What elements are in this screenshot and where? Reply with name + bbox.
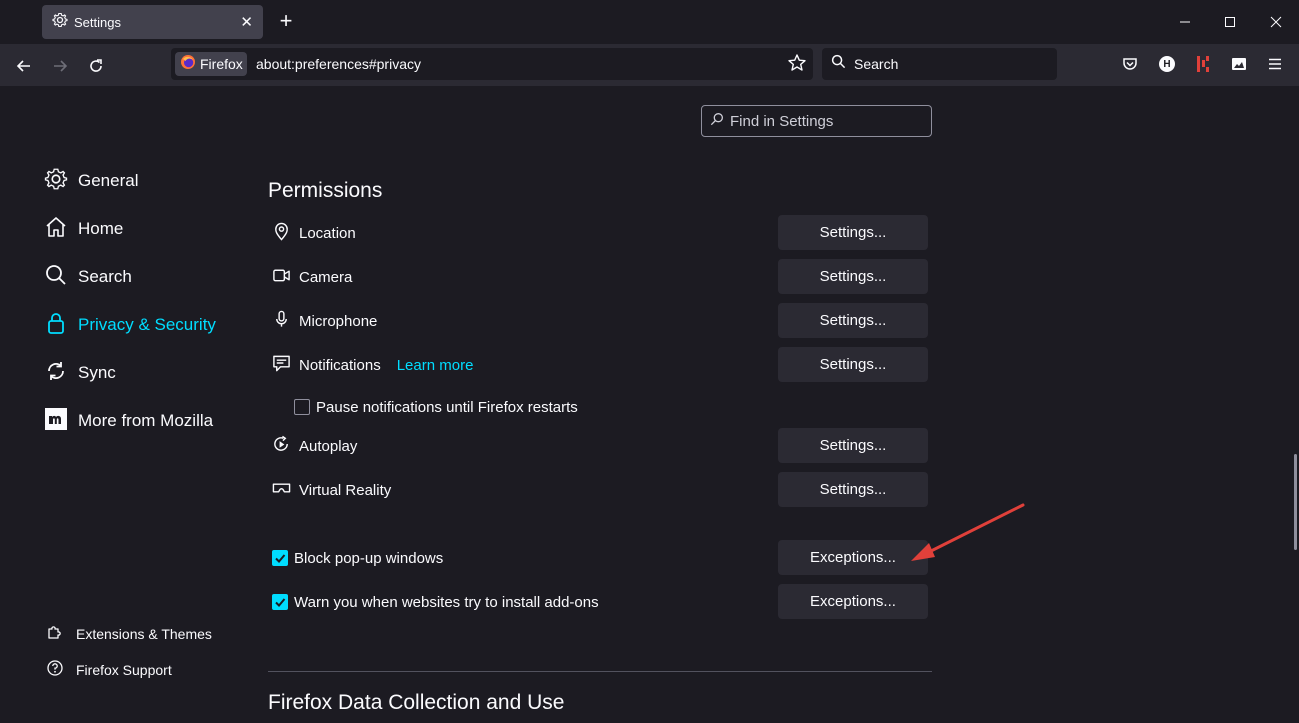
block-popups-checkbox[interactable]: Block pop-up windows bbox=[272, 548, 443, 568]
home-icon bbox=[44, 215, 68, 244]
permission-label: Camera bbox=[299, 268, 353, 286]
camera-icon bbox=[272, 265, 291, 290]
checkbox-label: Warn you when websites try to install ad… bbox=[294, 593, 599, 611]
checkbox-checked-icon[interactable] bbox=[272, 594, 288, 610]
permission-location: Location bbox=[272, 222, 356, 244]
notifications-icon bbox=[272, 353, 291, 378]
category-label: Sync bbox=[78, 363, 116, 382]
reload-icon[interactable] bbox=[82, 52, 110, 80]
category-search[interactable]: Search bbox=[44, 263, 132, 291]
extensions-themes-link[interactable]: Extensions & Themes bbox=[46, 624, 212, 644]
permission-camera: Camera bbox=[272, 266, 352, 288]
search-icon bbox=[831, 54, 846, 74]
gear-icon bbox=[44, 167, 68, 196]
category-privacy-security[interactable]: Privacy & Security bbox=[44, 311, 216, 339]
permission-label: Autoplay bbox=[299, 437, 358, 455]
tab-title: Settings bbox=[74, 14, 121, 30]
firefox-logo-icon bbox=[180, 54, 196, 75]
settings-page: Find in Settings General Home Search Pri… bbox=[0, 86, 1299, 723]
search-icon bbox=[44, 263, 68, 292]
firefox-support-link[interactable]: Firefox Support bbox=[46, 659, 172, 682]
tab-settings[interactable]: Settings ✕ bbox=[42, 5, 263, 39]
permission-microphone: Microphone bbox=[272, 310, 377, 332]
permission-label: Notifications bbox=[299, 356, 381, 374]
microphone-icon bbox=[272, 309, 291, 334]
footer-link-label: Firefox Support bbox=[76, 662, 172, 678]
section-divider bbox=[268, 671, 932, 672]
permissions-heading: Permissions bbox=[268, 179, 383, 202]
permission-label: Location bbox=[299, 224, 356, 242]
url-text[interactable]: about:preferences#privacy bbox=[256, 56, 421, 72]
help-icon bbox=[46, 659, 64, 682]
sync-icon bbox=[44, 359, 68, 388]
addons-exceptions-button[interactable]: Exceptions... bbox=[778, 584, 928, 619]
extension-icon[interactable] bbox=[1193, 54, 1213, 74]
autoplay-settings-button[interactable]: Settings... bbox=[778, 428, 928, 463]
search-icon bbox=[710, 112, 724, 131]
find-in-settings-input[interactable]: Find in Settings bbox=[701, 105, 932, 137]
search-placeholder: Search bbox=[854, 56, 899, 72]
category-label: Search bbox=[78, 267, 132, 286]
learn-more-link[interactable]: Learn more bbox=[397, 357, 474, 374]
window-close-icon[interactable] bbox=[1266, 12, 1286, 32]
search-bar[interactable]: Search bbox=[822, 48, 1057, 80]
identity-label: Firefox bbox=[200, 56, 243, 72]
honey-icon[interactable]: H bbox=[1157, 54, 1177, 74]
category-label: Home bbox=[78, 219, 124, 238]
permission-label: Virtual Reality bbox=[299, 481, 392, 499]
screenshot-icon[interactable] bbox=[1229, 54, 1249, 74]
maximize-icon[interactable] bbox=[1220, 12, 1240, 32]
warn-addons-checkbox[interactable]: Warn you when websites try to install ad… bbox=[272, 592, 599, 612]
back-icon[interactable] bbox=[10, 52, 38, 80]
gear-icon bbox=[52, 12, 68, 33]
notifications-settings-button[interactable]: Settings... bbox=[778, 347, 928, 382]
tab-bar: Settings ✕ + bbox=[0, 0, 1299, 44]
category-sync[interactable]: Sync bbox=[44, 359, 116, 387]
microphone-settings-button[interactable]: Settings... bbox=[778, 303, 928, 338]
permission-label: Microphone bbox=[299, 312, 378, 330]
autoplay-icon bbox=[272, 434, 291, 459]
close-tab-icon[interactable]: ✕ bbox=[240, 13, 253, 31]
identity-box[interactable]: Firefox bbox=[175, 52, 247, 76]
menu-icon[interactable] bbox=[1265, 54, 1285, 74]
forward-icon[interactable] bbox=[46, 52, 74, 80]
scrollbar-thumb[interactable] bbox=[1294, 454, 1297, 550]
permission-autoplay: Autoplay bbox=[272, 435, 357, 457]
annotation-arrow-icon bbox=[911, 503, 1025, 561]
minimize-icon[interactable] bbox=[1175, 12, 1195, 32]
checkbox-box[interactable] bbox=[294, 399, 310, 415]
new-tab-button[interactable]: + bbox=[275, 9, 297, 33]
location-icon bbox=[272, 221, 291, 246]
pocket-icon[interactable] bbox=[1120, 54, 1140, 74]
category-general[interactable]: General bbox=[44, 167, 138, 195]
vr-icon bbox=[272, 478, 291, 503]
category-label: More from Mozilla bbox=[78, 411, 214, 430]
honey-letter: H bbox=[1163, 58, 1171, 70]
category-more-from-mozilla[interactable]: More from Mozilla bbox=[44, 407, 213, 435]
checkbox-label: Pause notifications until Firefox restar… bbox=[316, 398, 578, 416]
lock-icon bbox=[44, 311, 68, 340]
pause-notifications-checkbox[interactable]: Pause notifications until Firefox restar… bbox=[294, 397, 578, 417]
checkbox-label: Block pop-up windows bbox=[294, 549, 444, 567]
location-settings-button[interactable]: Settings... bbox=[778, 215, 928, 250]
permission-notifications: Notifications Learn more bbox=[272, 354, 473, 376]
camera-settings-button[interactable]: Settings... bbox=[778, 259, 928, 294]
puzzle-icon bbox=[46, 623, 64, 646]
mozilla-icon bbox=[44, 407, 68, 436]
permission-virtual-reality: Virtual Reality bbox=[272, 479, 391, 501]
category-home[interactable]: Home bbox=[44, 215, 123, 243]
footer-link-label: Extensions & Themes bbox=[76, 626, 212, 642]
checkbox-checked-icon[interactable] bbox=[272, 550, 288, 566]
data-collection-heading: Firefox Data Collection and Use bbox=[268, 691, 565, 714]
bookmark-star-icon[interactable] bbox=[787, 53, 807, 78]
find-placeholder: Find in Settings bbox=[730, 112, 834, 130]
category-label: General bbox=[78, 171, 139, 190]
category-label: Privacy & Security bbox=[78, 315, 216, 334]
url-bar[interactable]: Firefox about:preferences#privacy bbox=[171, 48, 813, 80]
